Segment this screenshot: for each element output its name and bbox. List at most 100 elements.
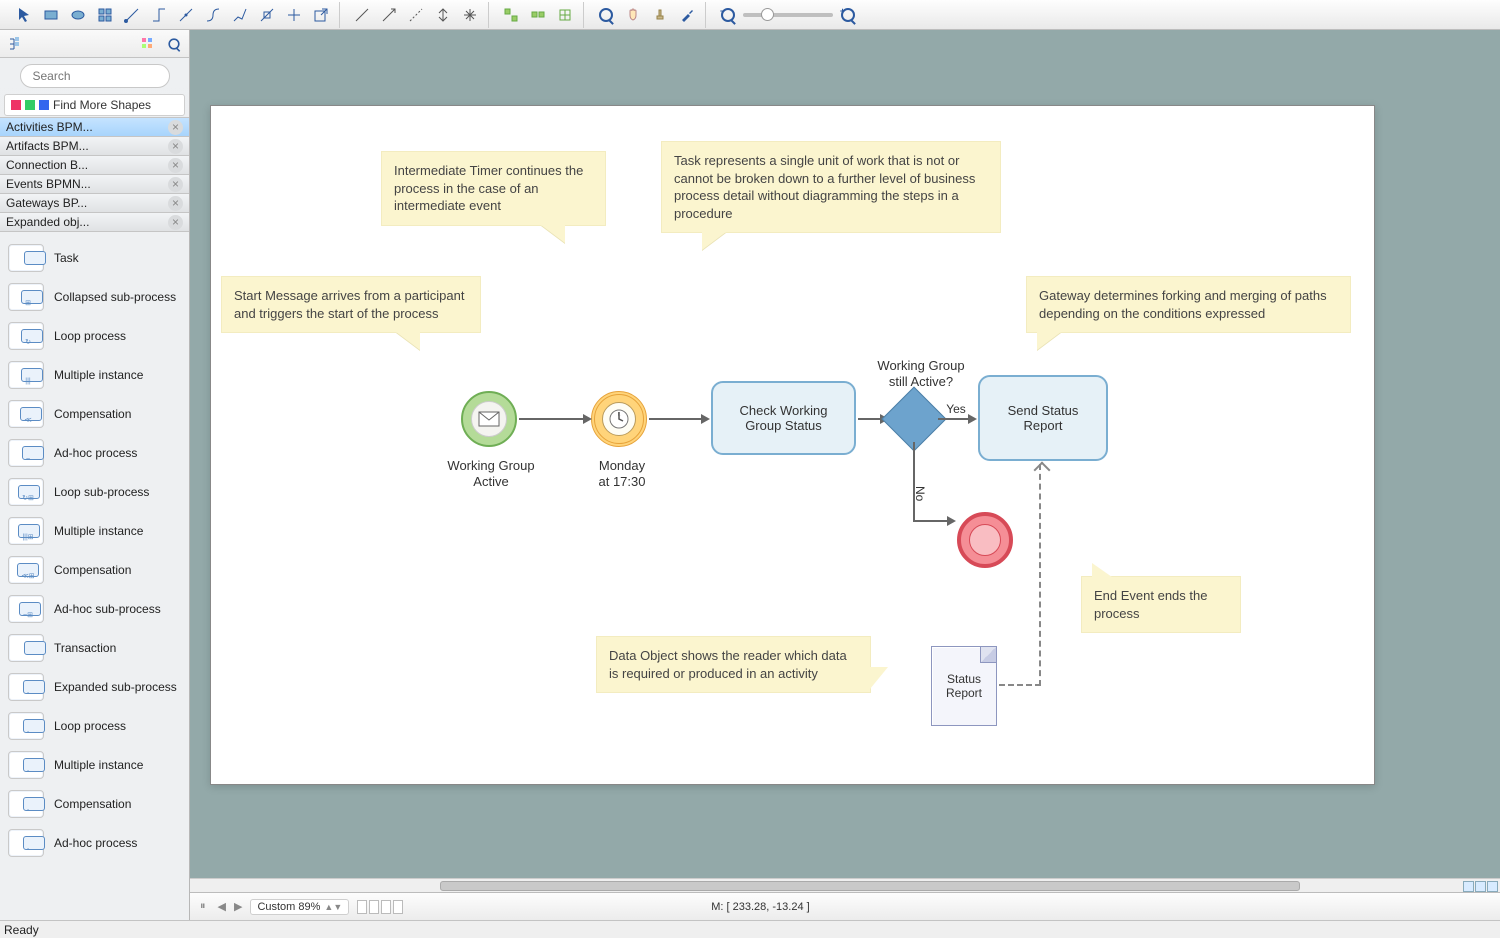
stencil-row-2[interactable]: Connection B...× [0,155,189,175]
stencil-close-icon[interactable]: × [168,177,183,192]
zoom-slider[interactable] [743,13,833,17]
stencil-row-0[interactable]: Activities BPM...× [0,117,189,137]
stencil-close-icon[interactable]: × [168,158,183,173]
stencil-close-icon[interactable]: × [168,215,183,230]
connector2-icon[interactable] [147,4,171,26]
nav-next-icon[interactable]: ▶ [234,900,242,913]
find-more-label: Find More Shapes [53,98,151,112]
shape-item-4[interactable]: ≪Compensation [2,394,187,433]
pointer-icon[interactable] [12,4,36,26]
diagram-canvas[interactable]: Intermediate Timer continues the process… [210,105,1375,785]
shape-item-11[interactable]: ◦Expanded sub-process [2,667,187,706]
layout-mode-icons[interactable] [357,900,403,914]
shape-item-13[interactable]: ◦Multiple instance [2,745,187,784]
shape-thumb: |||⊞ [8,517,44,545]
grid-icon[interactable] [93,4,117,26]
shape-thumb: ~ [8,439,44,467]
gateway-label: Working Groupstill Active? [866,358,976,391]
note-start: Start Message arrives from a participant… [221,276,481,333]
shape-label: Expanded sub-process [54,680,177,694]
shape-item-5[interactable]: ~Ad-hoc process [2,433,187,472]
stamp-icon[interactable] [648,4,672,26]
pause-icon[interactable]: ⏸ [196,900,210,913]
intermediate-timer-event[interactable]: L [591,391,647,447]
line5-icon[interactable] [458,4,482,26]
connector3-icon[interactable] [174,4,198,26]
shape-label: Collapsed sub-process [54,290,176,304]
stencil-row-1[interactable]: Artifacts BPM...× [0,136,189,156]
shape-item-8[interactable]: ≪⊞Compensation [2,550,187,589]
line2-icon[interactable] [377,4,401,26]
zoom-in-icon[interactable]: + [836,4,860,26]
assoc-v [1039,464,1041,686]
note-end: End Event ends the process [1081,576,1241,633]
shape-item-7[interactable]: |||⊞Multiple instance [2,511,187,550]
start-message-event[interactable] [461,391,517,447]
note-start-text: Start Message arrives from a participant… [234,288,464,321]
ellipse-icon[interactable] [66,4,90,26]
shape-item-6[interactable]: ↻⊞Loop sub-process [2,472,187,511]
shape-item-15[interactable]: ◦Ad-hoc process [2,823,187,862]
shape-item-14[interactable]: ◦Compensation [2,784,187,823]
nav-prev-icon[interactable]: ◀ [218,900,226,913]
find-more-shapes-button[interactable]: Find More Shapes [4,94,185,116]
stencil-row-3[interactable]: Events BPMN...× [0,174,189,194]
data-object[interactable]: StatusReport [931,646,997,726]
connector5-icon[interactable] [228,4,252,26]
connector6-icon[interactable] [255,4,279,26]
shape-thumb: ≪⊞ [8,556,44,584]
stencil-row-4[interactable]: Gateways BP...× [0,193,189,213]
note-end-text: End Event ends the process [1094,588,1207,621]
shape-thumb: ↻ [8,322,44,350]
list-view-icon[interactable] [138,35,158,53]
shape-thumb: ◦ [8,790,44,818]
shape-item-1[interactable]: ⊞Collapsed sub-process [2,277,187,316]
eyedropper-icon[interactable] [675,4,699,26]
arrange1-icon[interactable] [499,4,523,26]
stencil-close-icon[interactable]: × [168,120,183,135]
arrange2-icon[interactable] [526,4,550,26]
connector7-icon[interactable] [282,4,306,26]
search-tab-icon[interactable] [164,35,184,53]
page-navigator[interactable] [1463,881,1498,892]
line3-icon[interactable] [404,4,428,26]
hand-icon[interactable] [621,4,645,26]
connector1-icon[interactable] [120,4,144,26]
stencil-close-icon[interactable]: × [168,139,183,154]
shape-item-12[interactable]: ◦Loop process [2,706,187,745]
line4-icon[interactable] [431,4,455,26]
line1-icon[interactable] [350,4,374,26]
search-input-wrap[interactable] [20,64,170,88]
tree-view-icon[interactable] [6,35,26,53]
shape-thumb: ≪ [8,400,44,428]
main-toolbar: − + [0,0,1500,30]
shape-item-3[interactable]: ||| Multiple instance [2,355,187,394]
zoom-out-icon[interactable]: − [716,4,740,26]
stencil-close-icon[interactable]: × [168,196,183,211]
end-event[interactable] [957,512,1013,568]
shape-item-0[interactable]: Task [2,238,187,277]
sidebar: Find More Shapes Activities BPM...×Artif… [0,30,190,920]
task-send-report[interactable]: Send Status Report [978,375,1108,461]
shape-label: Ad-hoc sub-process [54,602,161,616]
connector4-icon[interactable] [201,4,225,26]
search-input[interactable] [33,69,188,83]
shape-item-10[interactable]: Transaction [2,628,187,667]
task-check-status[interactable]: Check Working Group Status [711,381,856,455]
stencil-row-5[interactable]: Expanded obj...× [0,212,189,232]
status-ready: Ready [4,923,39,937]
scrollbar-thumb[interactable] [440,881,1300,891]
shape-item-2[interactable]: ↻Loop process [2,316,187,355]
zoom-level[interactable]: Custom 89% ▲▼ [250,899,349,915]
export-icon[interactable] [309,4,333,26]
shape-thumb: ||| [8,361,44,389]
shape-label: Task [54,251,79,265]
canvas-scroll[interactable]: Intermediate Timer continues the process… [190,30,1500,878]
stencil-accordion: Activities BPM...×Artifacts BPM...×Conne… [0,118,189,232]
shape-item-9[interactable]: ~⊞Ad-hoc sub-process [2,589,187,628]
zoom-icon[interactable] [594,4,618,26]
horizontal-scrollbar[interactable] [190,878,1500,892]
rectangle-icon[interactable] [39,4,63,26]
shape-label: Multiple instance [54,368,143,382]
arrange3-icon[interactable] [553,4,577,26]
